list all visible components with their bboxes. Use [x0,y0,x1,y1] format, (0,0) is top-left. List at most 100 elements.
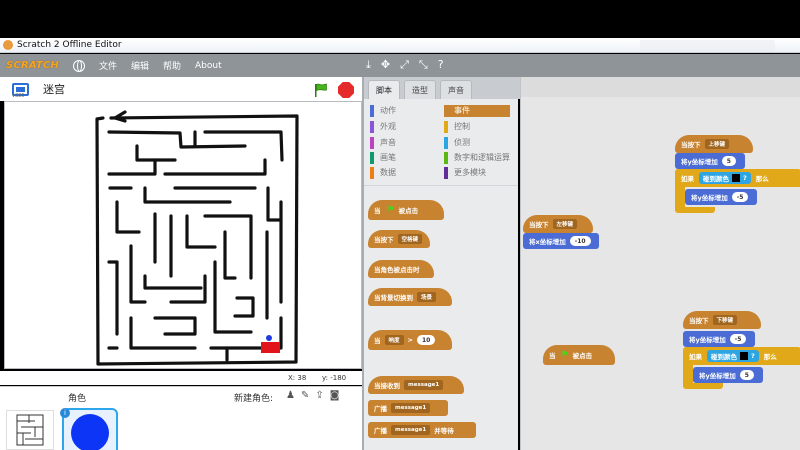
block-text: ? [751,352,755,360]
script-change-x[interactable]: 将x坐标增加 -10 [523,233,599,249]
category-operators[interactable]: 数字和逻辑运算 [444,152,510,164]
block-palette: 当 ⚑ 被点击 当按下 空格键 当角色被点击时 当背景切换到 场景 当 响度 >… [364,185,518,450]
category-data[interactable]: 数据 [370,167,436,179]
backdrop-dropdown[interactable]: 场景 [417,292,437,302]
touching-color-block[interactable]: 碰到颜色 ? [707,350,759,362]
tab-costumes[interactable]: 造型 [404,80,436,99]
stop-icon[interactable] [338,82,354,98]
value-input[interactable]: 5 [721,156,736,166]
if-block-bottom [683,383,723,389]
block-when-loudness[interactable]: 当 响度 > 10 [368,330,452,350]
block-text: 当按下 [374,236,394,244]
message-dropdown[interactable]: message1 [391,425,431,435]
value-input[interactable]: 5 [739,370,754,380]
tab-sounds[interactable]: 声音 [440,80,472,99]
key-dropdown[interactable]: 空格键 [397,234,423,244]
upload-sprite-icon[interactable]: ⇪ [315,390,323,401]
editor-window: Scratch 2 Offline Editor SCRATCH 文件 编辑 帮… [0,0,800,450]
block-when-i-receive[interactable]: 当接收到 message1 [368,376,464,394]
block-when-backdrop-switches[interactable]: 当背景切换到 场景 [368,288,452,306]
key-dropdown[interactable]: 下移键 [712,315,738,325]
value-input[interactable]: 10 [416,335,436,345]
script-area[interactable]: 当按下 上移键 将y坐标增加 5 如果 碰到颜色 ? 那么 将y坐标增加 -5 … [520,77,800,450]
block-when-flag-clicked[interactable]: 当 ⚑ 被点击 [368,200,444,220]
green-flag-icon[interactable] [314,83,328,97]
selected-sprite-thumbnail[interactable]: i [60,408,118,450]
player-dot [266,335,272,341]
block-text: 并等待 [434,427,454,435]
category-sound[interactable]: 声音 [370,137,436,149]
color-swatch[interactable] [740,352,748,360]
block-text: 当按下 [681,141,701,149]
value-input[interactable]: -5 [729,334,747,344]
block-broadcast-and-wait[interactable]: 广播 message1 并等待 [368,422,476,438]
palette-tabs: 脚本 造型 声音 [364,77,520,99]
delete-icon[interactable]: ✥ [381,58,390,72]
block-broadcast[interactable]: 广播 message1 [368,400,448,416]
script-change-y[interactable]: 将y坐标增加 5 [675,153,745,169]
script-if-block[interactable]: 如果 碰到颜色 ? 那么 [675,169,800,187]
block-when-sprite-clicked[interactable]: 当角色被点击时 [368,260,434,278]
duplicate-icon[interactable]: ⤓ [366,58,371,72]
category-events[interactable]: 事件 [444,105,510,117]
block-when-key-pressed[interactable]: 当按下 空格键 [368,230,430,248]
script-if-block[interactable]: 如果 碰到颜色 ? 那么 [683,347,800,365]
scratch-logo[interactable]: SCRATCH [6,60,59,71]
paint-sprite-icon[interactable]: ✎ [301,390,309,401]
maze-drawing [95,110,299,366]
block-text: 广播 [374,427,387,435]
color-swatch[interactable] [732,174,740,182]
block-text: 将x坐标增加 [529,238,566,246]
category-pen[interactable]: 画笔 [370,152,436,164]
value-input[interactable]: -5 [731,192,749,202]
menu-help[interactable]: 帮助 [163,59,181,72]
stage-thumbnail[interactable] [6,410,54,450]
script-change-y-inner[interactable]: 将y坐标增加 -5 [685,189,757,205]
script-when-up-key[interactable]: 当按下 上移键 [675,135,753,153]
window-controls[interactable] [640,40,775,51]
script-when-down-key[interactable]: 当按下 下移键 [683,311,761,329]
new-sprite-tools: ♟ ✎ ⇪ ◙ [286,390,339,401]
new-sprite-label: 新建角色: [234,394,274,404]
message-dropdown[interactable]: message1 [404,380,444,390]
shrink-icon[interactable]: ⤡ [419,58,428,72]
language-globe-icon[interactable] [72,59,85,72]
menu-edit[interactable]: 编辑 [131,59,149,72]
category-sensing[interactable]: 侦测 [444,137,510,149]
category-motion[interactable]: 动作 [370,105,436,117]
value-input[interactable]: -10 [569,236,591,246]
block-text: 当角色被点击时 [374,266,420,274]
script-change-y-inner[interactable]: 将y坐标增加 5 [693,367,763,383]
block-text: 那么 [763,353,777,361]
sprites-title: 角色 [68,394,87,404]
key-dropdown[interactable]: 上移键 [704,139,730,149]
menu-file[interactable]: 文件 [99,59,117,72]
touching-color-block[interactable]: 碰到颜色 ? [699,172,751,184]
choose-sprite-icon[interactable]: ♟ [286,390,295,401]
info-icon[interactable]: i [60,408,70,418]
stage[interactable] [4,101,362,369]
camera-icon[interactable]: ◙ [330,390,340,401]
grow-icon[interactable]: ⤢ [400,58,409,72]
key-dropdown[interactable]: 左移键 [552,219,578,229]
x-coordinate: X: 38 [288,374,307,382]
message-dropdown[interactable]: message1 [391,403,431,413]
tab-scripts[interactable]: 脚本 [368,80,400,99]
category-looks[interactable]: 外观 [370,121,436,133]
script-when-left-key[interactable]: 当按下 左移键 [523,215,593,233]
project-title[interactable]: 迷宫 [43,81,65,97]
script-change-y[interactable]: 将y坐标增加 -5 [683,331,755,347]
category-more-blocks[interactable]: 更多模块 [444,167,510,179]
script-area-top-stripe [521,77,800,97]
sensor-dropdown[interactable]: 响度 [384,335,404,345]
script-when-flag-clicked[interactable]: 当 ⚑ 被点击 [543,345,615,365]
menu-about[interactable]: About [195,61,222,71]
block-text: 将y坐标增加 [691,194,728,202]
block-text: 将y坐标增加 [681,158,718,166]
sprite-panel-header: 角色 新建角色: ♟ ✎ ⇪ ◙ [0,386,362,406]
block-text: 将y坐标增加 [699,372,736,380]
block-help-icon[interactable]: ? [438,58,444,72]
block-text: 被点击 [572,352,593,360]
app-icon [3,40,13,50]
category-control[interactable]: 控制 [444,121,510,133]
